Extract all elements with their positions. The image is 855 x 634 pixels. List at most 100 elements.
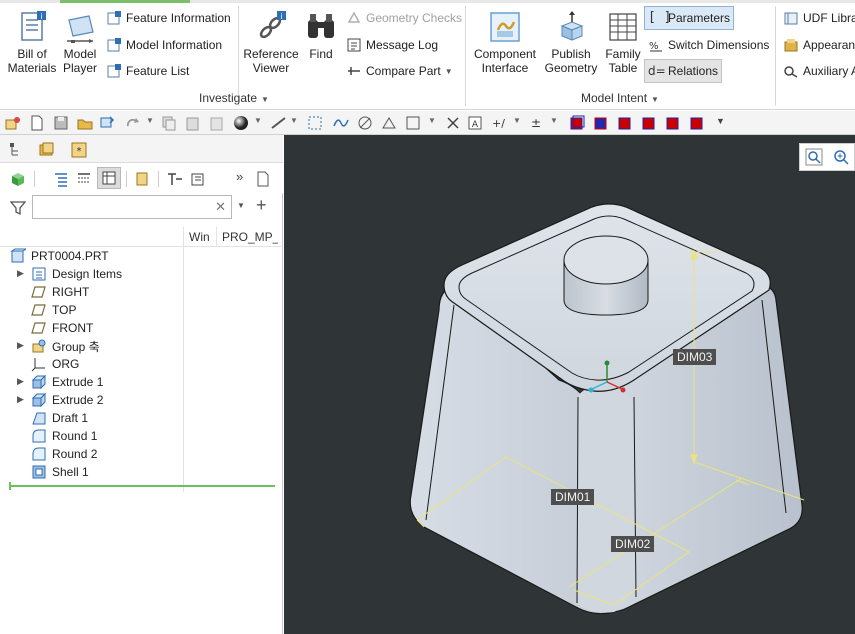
point-display-icon[interactable] bbox=[380, 114, 398, 132]
component-interface-button[interactable]: Component Interface bbox=[470, 10, 540, 75]
shading-sphere-icon[interactable] bbox=[232, 114, 250, 132]
redo-icon[interactable] bbox=[124, 114, 142, 132]
geometry-checks-button[interactable]: Geometry Checks bbox=[343, 7, 465, 29]
tree-columns-toggle[interactable] bbox=[97, 167, 121, 189]
tree-search-box[interactable]: ✕ bbox=[32, 195, 232, 219]
new-file-icon[interactable] bbox=[28, 114, 46, 132]
view-top-icon[interactable] bbox=[616, 114, 634, 132]
axis-display-icon[interactable] bbox=[356, 114, 374, 132]
layer-tree-icon[interactable] bbox=[190, 171, 206, 187]
chevron-down-icon[interactable]: ▼ bbox=[237, 201, 245, 210]
tree-node[interactable]: Shell 1 bbox=[31, 463, 89, 481]
document-icon[interactable] bbox=[256, 171, 270, 187]
open-folder-icon[interactable] bbox=[76, 114, 94, 132]
tree-node[interactable]: ORG bbox=[31, 355, 79, 373]
compare-part-button[interactable]: Compare Part ▼ bbox=[343, 60, 456, 82]
plane-tag-icon[interactable]: +/ bbox=[490, 114, 508, 132]
folder-browser-tab-icon[interactable] bbox=[38, 141, 56, 159]
paste-special-icon[interactable] bbox=[208, 114, 226, 132]
model-tree-tab-icon[interactable] bbox=[8, 141, 26, 159]
tree-search-input[interactable] bbox=[33, 196, 213, 218]
tree-filter-icon[interactable] bbox=[76, 171, 92, 187]
column-header-pro-mp[interactable]: PRO_MP_ bbox=[222, 230, 278, 244]
tree-node[interactable]: Extrude 1 bbox=[31, 373, 103, 391]
chevron-down-icon[interactable]: ▼ bbox=[550, 116, 558, 125]
tree-node[interactable]: Round 1 bbox=[31, 427, 97, 445]
column-divider[interactable] bbox=[183, 227, 184, 492]
csys-display-icon[interactable] bbox=[404, 114, 422, 132]
tree-node[interactable]: RIGHT bbox=[31, 283, 89, 301]
family-table-button[interactable]: Family Table bbox=[602, 10, 644, 75]
find-button[interactable]: Find bbox=[304, 10, 338, 61]
chevron-down-icon[interactable]: ▼ bbox=[254, 116, 262, 125]
dimension-tag-dim02[interactable]: DIM02 bbox=[611, 536, 655, 552]
investigate-group-label[interactable]: Investigate ▼ bbox=[199, 91, 269, 105]
model-information-button[interactable]: Model Information bbox=[103, 34, 225, 56]
curve-display-icon[interactable] bbox=[332, 114, 350, 132]
tree-node[interactable]: Design Items bbox=[31, 265, 122, 283]
message-log-button[interactable]: Message Log bbox=[343, 34, 441, 56]
switch-dimensions-button[interactable]: % Switch Dimensions bbox=[645, 34, 772, 56]
copy-icon[interactable] bbox=[160, 114, 178, 132]
model-player-button[interactable]: Model Player bbox=[60, 10, 100, 75]
switch-window-icon[interactable] bbox=[98, 114, 116, 132]
tolerance-icon[interactable]: ± bbox=[528, 114, 546, 132]
add-filter-icon[interactable]: + bbox=[256, 195, 267, 216]
bill-of-materials-button[interactable]: i Bill of Materials bbox=[4, 10, 60, 75]
view-bottom-icon[interactable] bbox=[640, 114, 658, 132]
view-right-icon[interactable] bbox=[688, 114, 706, 132]
view-back-icon[interactable] bbox=[592, 114, 610, 132]
chevron-down-icon[interactable]: ▼ bbox=[513, 116, 521, 125]
view-left-icon[interactable] bbox=[664, 114, 682, 132]
show-tree-columns-icon[interactable] bbox=[53, 171, 69, 187]
chevron-down-icon[interactable]: ▼ bbox=[290, 116, 298, 125]
column-divider[interactable] bbox=[216, 227, 217, 247]
annotation-display-icon[interactable]: A bbox=[466, 114, 484, 132]
expand-toggle-icon[interactable]: ▶ bbox=[17, 394, 27, 405]
spin-center-icon[interactable] bbox=[444, 114, 462, 132]
graphics-viewport[interactable]: DIM03 DIM01 DIM02 bbox=[284, 135, 855, 634]
bill-of-materials-label-1: Bill of bbox=[17, 47, 47, 61]
tree-node[interactable]: Draft 1 bbox=[31, 409, 88, 427]
tree-node[interactable]: Group 축 bbox=[31, 337, 100, 355]
measure-icon[interactable] bbox=[270, 114, 288, 132]
datum-display-icon[interactable] bbox=[306, 114, 324, 132]
settings-tree-icon[interactable] bbox=[166, 171, 184, 187]
publish-geometry-button[interactable]: Publish Geometry bbox=[542, 10, 600, 75]
save-icon[interactable] bbox=[52, 114, 70, 132]
funnel-icon[interactable] bbox=[10, 200, 26, 216]
relations-button[interactable]: d= Relations bbox=[644, 59, 723, 83]
auxiliary-applications-button[interactable]: Auxiliary A bbox=[780, 60, 855, 82]
favorites-tab-icon[interactable]: * bbox=[70, 141, 88, 159]
chevron-down-icon[interactable]: ▼ bbox=[146, 116, 154, 125]
expand-toggle-icon[interactable]: ▶ bbox=[17, 340, 27, 351]
reference-viewer-button[interactable]: i Reference Viewer bbox=[242, 10, 300, 75]
appearance-button[interactable]: Appearan bbox=[780, 34, 855, 56]
model-intent-group-label[interactable]: Model Intent ▼ bbox=[581, 91, 659, 105]
clear-search-icon[interactable]: ✕ bbox=[215, 199, 226, 215]
expand-toggle-icon[interactable]: ▶ bbox=[17, 268, 27, 279]
more-tools-icon[interactable]: » bbox=[236, 169, 243, 184]
cube-icon[interactable] bbox=[10, 171, 26, 187]
dimension-tag-dim03[interactable]: DIM03 bbox=[673, 349, 717, 365]
feature-list-button[interactable]: Feature List bbox=[103, 60, 192, 82]
regenerate-icon[interactable] bbox=[4, 114, 22, 132]
tree-node[interactable]: Round 2 bbox=[31, 445, 97, 463]
parameters-button[interactable]: [ ] Parameters bbox=[644, 6, 735, 30]
bookmark-icon[interactable] bbox=[134, 171, 150, 187]
model-render[interactable] bbox=[284, 135, 855, 634]
tree-node[interactable]: PRT0004.PRT bbox=[10, 247, 109, 265]
tree-node[interactable]: Extrude 2 bbox=[31, 391, 103, 409]
toolbar-overflow-icon[interactable]: ▼ bbox=[716, 116, 725, 126]
column-header-win[interactable]: Win bbox=[189, 230, 215, 244]
insert-here-indicator[interactable] bbox=[10, 485, 275, 487]
tree-node[interactable]: TOP bbox=[31, 301, 76, 319]
paste-icon[interactable] bbox=[184, 114, 202, 132]
feature-information-button[interactable]: Feature Information bbox=[103, 7, 234, 29]
udf-library-button[interactable]: UDF Libra bbox=[780, 7, 855, 29]
tree-node[interactable]: FRONT bbox=[31, 319, 93, 337]
dimension-tag-dim01[interactable]: DIM01 bbox=[551, 489, 595, 505]
chevron-down-icon[interactable]: ▼ bbox=[428, 116, 436, 125]
view-front-icon[interactable] bbox=[568, 114, 586, 132]
expand-toggle-icon[interactable]: ▶ bbox=[17, 376, 27, 387]
